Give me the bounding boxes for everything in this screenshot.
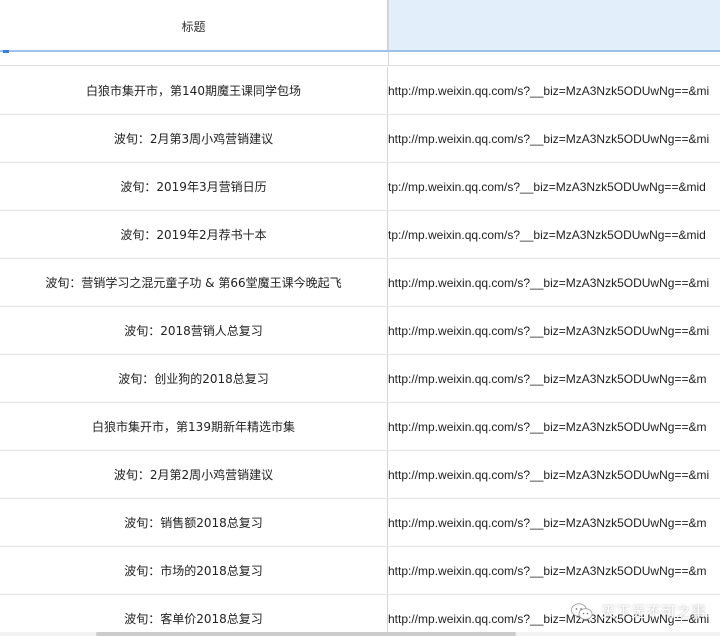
link-text: http://mp.weixin.qq.com/s?__biz=MzA3Nzk5… [388, 131, 710, 146]
cell-title[interactable]: 波旬：2019年3月营销日历 [0, 163, 388, 210]
cell-link[interactable]: http://mp.weixin.qq.com/s?__biz=MzA3Nzk5… [388, 67, 720, 114]
cell-title[interactable]: 白狼市集开市，第139期新年精选市集 [0, 403, 388, 450]
spreadsheet: 标题 白狼市集开市，第140期魔王课同学包场 http://mp.weixin.q… [0, 0, 720, 636]
cell-link[interactable]: http://mp.weixin.qq.com/s?__biz=MzA3Nzk5… [388, 355, 720, 402]
cell-link[interactable]: http://mp.weixin.qq.com/s?__biz=MzA3Nzk5… [388, 499, 720, 546]
table-row[interactable]: 波旬：2019年3月营销日历 tp://mp.weixin.qq.com/s?__… [0, 163, 720, 211]
table-body: 白狼市集开市，第140期魔王课同学包场 http://mp.weixin.qq.c… [0, 67, 720, 636]
link-text: http://mp.weixin.qq.com/s?__biz=MzA3Nzk5… [388, 419, 707, 434]
table-row[interactable]: 波旬：2019年2月荐书十本 tp://mp.weixin.qq.com/s?__… [0, 211, 720, 259]
cell-link[interactable]: http://mp.weixin.qq.com/s?__biz=MzA3Nzk5… [388, 403, 720, 450]
cell-title[interactable]: 波旬：2019年2月荐书十本 [0, 211, 388, 258]
cell-link[interactable]: http://mp.weixin.qq.com/s?__biz=MzA3Nzk5… [388, 451, 720, 498]
cell-title[interactable]: 波旬：创业狗的2018总复习 [0, 355, 388, 402]
cell-link[interactable]: http://mp.weixin.qq.com/s?__biz=MzA3Nzk5… [388, 307, 720, 354]
table-header: 标题 [0, 0, 720, 52]
scrollbar-thumb[interactable] [96, 632, 516, 636]
watermark-text: 天下无不可之事 [600, 603, 706, 621]
table-row[interactable]: 波旬：销售额2018总复习 http://mp.weixin.qq.com/s?_… [0, 499, 720, 547]
cell-title[interactable]: 波旬：2018营销人总复习 [0, 307, 388, 354]
cell-link[interactable]: http://mp.weixin.qq.com/s?__biz=MzA3Nzk5… [388, 115, 720, 162]
column-header-link[interactable] [388, 0, 720, 52]
link-text: http://mp.weixin.qq.com/s?__biz=MzA3Nzk5… [388, 467, 710, 482]
cell-title[interactable]: 波旬：营销学习之混元童子功 & 第66堂魔王课今晚起飞 [0, 259, 388, 306]
table-row[interactable]: 波旬：创业狗的2018总复习 http://mp.weixin.qq.com/s?… [0, 355, 720, 403]
link-text: tp://mp.weixin.qq.com/s?__biz=MzA3Nzk5OD… [388, 227, 706, 242]
cell-title[interactable]: 波旬：2月第3周小鸡营销建议 [0, 115, 388, 162]
cell-title[interactable]: 白狼市集开市，第140期魔王课同学包场 [0, 67, 388, 114]
link-text: http://mp.weixin.qq.com/s?__biz=MzA3Nzk5… [388, 515, 707, 530]
cell-title[interactable]: 波旬：市场的2018总复习 [0, 547, 388, 594]
cell-link[interactable]: http://mp.weixin.qq.com/s?__biz=MzA3Nzk5… [388, 259, 720, 306]
cell-link[interactable]: http://mp.weixin.qq.com/s?__biz=MzA3Nzk5… [388, 547, 720, 594]
watermark: 天下无不可之事 [571, 601, 706, 622]
cell-link[interactable]: tp://mp.weixin.qq.com/s?__biz=MzA3Nzk5OD… [388, 163, 720, 210]
table-row[interactable]: 白狼市集开市，第139期新年精选市集 http://mp.weixin.qq.co… [0, 403, 720, 451]
table-row[interactable]: 波旬：市场的2018总复习 http://mp.weixin.qq.com/s?_… [0, 547, 720, 595]
link-text: http://mp.weixin.qq.com/s?__biz=MzA3Nzk5… [388, 563, 707, 578]
cell-title[interactable]: 波旬：客单价2018总复习 [0, 595, 388, 636]
cell-link[interactable]: tp://mp.weixin.qq.com/s?__biz=MzA3Nzk5OD… [388, 211, 720, 258]
table-row[interactable]: 波旬：2月第2周小鸡营销建议 http://mp.weixin.qq.com/s?… [0, 451, 720, 499]
column-divider [388, 52, 389, 66]
table-row[interactable]: 波旬：营销学习之混元童子功 & 第66堂魔王课今晚起飞 http://mp.wei… [0, 259, 720, 307]
partial-row [0, 52, 720, 66]
table-row[interactable]: 波旬：2018营销人总复习 http://mp.weixin.qq.com/s?_… [0, 307, 720, 355]
horizontal-scrollbar[interactable] [0, 632, 720, 636]
table-row[interactable]: 白狼市集开市，第140期魔王课同学包场 http://mp.weixin.qq.c… [0, 67, 720, 115]
cell-title[interactable]: 波旬：销售额2018总复习 [0, 499, 388, 546]
link-text: tp://mp.weixin.qq.com/s?__biz=MzA3Nzk5OD… [388, 179, 706, 194]
link-text: http://mp.weixin.qq.com/s?__biz=MzA3Nzk5… [388, 323, 710, 338]
cell-title[interactable]: 波旬：2月第2周小鸡营销建议 [0, 451, 388, 498]
table-row[interactable]: 波旬：2月第3周小鸡营销建议 http://mp.weixin.qq.com/s?… [0, 115, 720, 163]
link-text: http://mp.weixin.qq.com/s?__biz=MzA3Nzk5… [388, 275, 710, 290]
wechat-icon [571, 602, 593, 620]
link-text: http://mp.weixin.qq.com/s?__biz=MzA3Nzk5… [388, 371, 707, 386]
column-header-title[interactable]: 标题 [0, 0, 388, 52]
link-text: http://mp.weixin.qq.com/s?__biz=MzA3Nzk5… [388, 83, 710, 98]
